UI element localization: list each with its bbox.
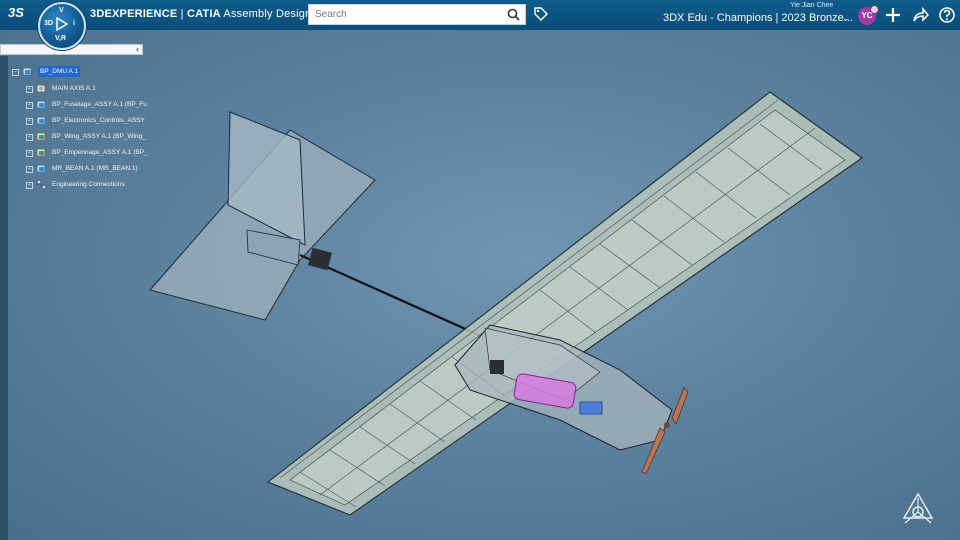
plus-icon[interactable] bbox=[884, 6, 902, 24]
robot-triad-icon[interactable] bbox=[898, 490, 938, 530]
tree-item-label: BP_Fuselage_ASSY A.1 (BP_Fu bbox=[52, 101, 147, 108]
part-icon bbox=[36, 84, 46, 93]
platform-title[interactable]: 3DX Edu - Champions | 2023 Bronze... bbox=[663, 12, 853, 24]
tree-item-label: MR_BEAN A.1 (MR_BEAN.1) bbox=[52, 165, 138, 172]
chevron-down-icon[interactable]: ⌄ bbox=[842, 13, 850, 24]
assembly-icon bbox=[36, 116, 46, 125]
tree-item-label: MAIN AXIS A.1 bbox=[52, 85, 96, 92]
share-icon[interactable] bbox=[911, 6, 929, 24]
tree-scrollbar[interactable] bbox=[0, 56, 8, 540]
help-icon[interactable] bbox=[938, 6, 956, 24]
compass-top[interactable]: V bbox=[59, 7, 64, 14]
assembly-icon bbox=[22, 67, 32, 76]
app-name: CATIA bbox=[186, 8, 221, 20]
title-separator: | bbox=[177, 8, 187, 20]
search-input[interactable] bbox=[309, 5, 505, 24]
ds-logo[interactable]: 3S bbox=[8, 5, 24, 20]
search-box[interactable] bbox=[308, 4, 526, 25]
main-wing[interactable] bbox=[266, 91, 863, 516]
tree-item-label: BP_Empennage_ASSY A.1 (BP_ bbox=[52, 149, 148, 156]
user-name: Yie Jian Chee bbox=[790, 2, 834, 9]
horizontal-stabilizer[interactable] bbox=[149, 111, 376, 321]
tree-item-label: BP_Electronics_Controls_ASSY bbox=[52, 117, 145, 124]
app-module: Assembly Design bbox=[223, 8, 312, 20]
tree-item-label: Engineering Connections bbox=[52, 181, 125, 188]
expand-icon[interactable]: + bbox=[26, 102, 33, 109]
compass-left[interactable]: 3D bbox=[44, 20, 53, 27]
top-bar: 3S 3DEXPERIENCE | CATIA Assembly Design … bbox=[0, 0, 960, 30]
expand-icon[interactable]: + bbox=[26, 118, 33, 125]
compass-right[interactable]: i bbox=[73, 20, 75, 27]
expand-icon[interactable]: + bbox=[26, 134, 33, 141]
avatar-status-icon bbox=[870, 5, 879, 14]
compass-widget[interactable]: V 3D i V,R bbox=[38, 2, 86, 50]
search-icon[interactable] bbox=[507, 8, 520, 21]
assembly-icon bbox=[36, 100, 46, 109]
connections-icon bbox=[36, 179, 47, 190]
expand-icon[interactable]: + bbox=[26, 182, 33, 189]
tree-root-label: BP_DMU A.1 bbox=[38, 66, 81, 77]
play-icon[interactable] bbox=[56, 17, 68, 31]
app-title: 3DEXPERIENCE | CATIA Assembly Design bbox=[90, 8, 311, 20]
expand-icon[interactable]: + bbox=[26, 150, 33, 157]
tag-icon[interactable] bbox=[533, 6, 549, 22]
expand-icon[interactable]: + bbox=[26, 86, 33, 93]
compass-bottom[interactable]: V,R bbox=[55, 35, 66, 42]
tail-boom bbox=[299, 253, 491, 342]
expand-icon[interactable]: − bbox=[12, 69, 19, 76]
assembly-icon bbox=[36, 132, 46, 141]
assembly-icon bbox=[36, 164, 46, 173]
collapse-icon[interactable]: ‹ bbox=[136, 44, 139, 54]
expand-icon[interactable]: + bbox=[26, 166, 33, 173]
fuselage[interactable] bbox=[454, 324, 673, 451]
brand-name: 3DEXPERIENCE bbox=[90, 8, 178, 20]
assembly-icon bbox=[36, 148, 46, 157]
tree-item-label: BP_Wing_ASSY A.1 (BP_Wing_ bbox=[52, 133, 146, 140]
